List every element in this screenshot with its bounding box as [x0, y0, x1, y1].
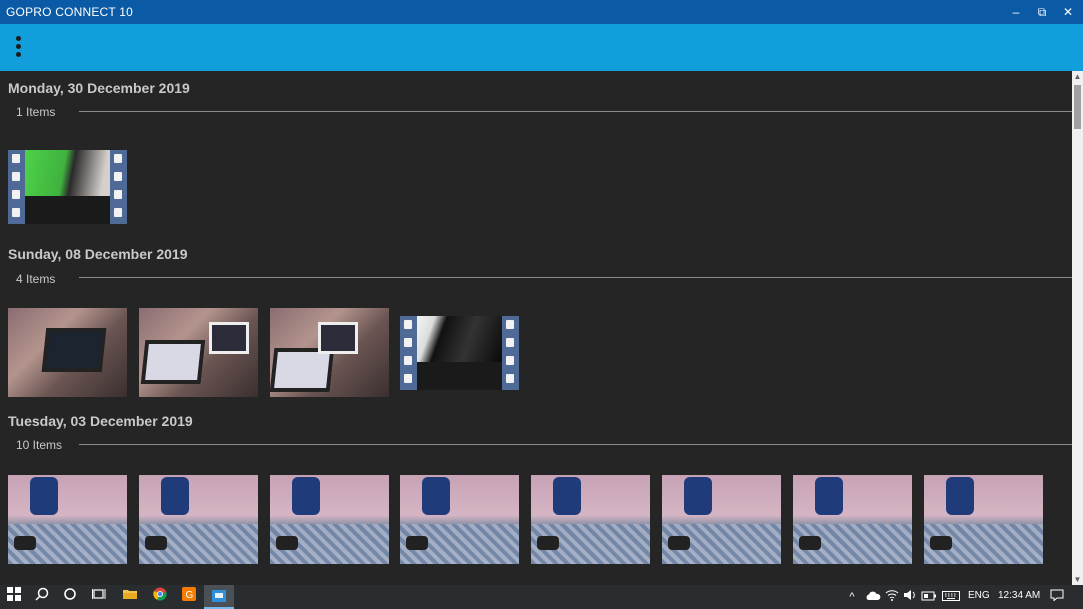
photo-thumbnail[interactable] — [793, 475, 912, 564]
group-divider — [79, 111, 1072, 112]
window-titlebar: GOPRO CONNECT 10 – ⧉ ✕ — [0, 0, 1083, 24]
notifications-icon[interactable] — [1047, 587, 1067, 607]
onedrive-icon[interactable] — [863, 587, 883, 607]
video-frame — [25, 150, 110, 196]
group-item-count: 4 Items — [16, 272, 56, 286]
keyboard-icon[interactable] — [940, 587, 962, 607]
task-view-icon[interactable] — [89, 587, 109, 607]
scroll-up-icon[interactable]: ▲ — [1072, 71, 1083, 82]
scrollbar-thumb[interactable] — [1074, 85, 1081, 129]
group-date-heading: Monday, 30 December 2019 — [8, 80, 190, 96]
film-strip-icon — [110, 150, 127, 224]
scroll-down-icon[interactable]: ▼ — [1072, 574, 1083, 585]
clock[interactable]: 12:34 AM — [998, 590, 1040, 601]
video-thumbnail[interactable] — [400, 316, 519, 390]
group-date-heading: Tuesday, 03 December 2019 — [8, 413, 193, 429]
photo-thumbnail[interactable] — [139, 475, 258, 564]
wifi-icon[interactable] — [882, 587, 902, 607]
photo-thumbnail[interactable] — [924, 475, 1043, 564]
file-explorer-icon[interactable] — [120, 587, 140, 607]
film-strip-icon — [400, 316, 417, 390]
chevron-up-icon[interactable]: ^ — [842, 587, 862, 607]
volume-icon[interactable] — [900, 587, 920, 607]
group-date-heading: Sunday, 08 December 2019 — [8, 246, 188, 262]
app-header — [0, 24, 1083, 71]
cortana-icon[interactable] — [60, 587, 80, 607]
windows-taskbar: G ^ ENG 12:34 AM — [0, 585, 1083, 609]
photo-thumbnail[interactable] — [8, 475, 127, 564]
restore-button[interactable]: ⧉ — [1029, 0, 1055, 24]
photo-thumbnail[interactable] — [270, 308, 389, 397]
search-icon[interactable] — [32, 587, 52, 607]
windows-start-icon[interactable] — [4, 587, 24, 607]
gopro-connect-taskbar-button[interactable] — [204, 585, 234, 609]
photo-thumbnail[interactable] — [8, 308, 127, 397]
film-strip-icon — [502, 316, 519, 390]
photo-thumbnail[interactable] — [270, 475, 389, 564]
battery-icon[interactable] — [919, 587, 939, 607]
kebab-menu-icon[interactable] — [8, 36, 28, 60]
app-orange-icon[interactable]: G — [179, 587, 199, 607]
photo-thumbnail[interactable] — [139, 308, 258, 397]
group-divider — [79, 444, 1072, 445]
window-title: GOPRO CONNECT 10 — [6, 5, 134, 19]
close-button[interactable]: ✕ — [1055, 0, 1081, 24]
group-divider — [79, 277, 1072, 278]
minimize-button[interactable]: – — [1003, 0, 1029, 24]
group-item-count: 10 Items — [16, 438, 63, 452]
film-strip-icon — [8, 150, 25, 224]
video-thumbnail[interactable] — [8, 150, 127, 224]
chrome-icon[interactable] — [150, 587, 170, 607]
photo-thumbnail[interactable] — [531, 475, 650, 564]
group-item-count: 1 Items — [16, 105, 56, 119]
svg-text:G: G — [186, 590, 194, 601]
vertical-scrollbar[interactable]: ▲ ▼ — [1072, 71, 1083, 585]
video-frame — [417, 316, 502, 362]
photo-thumbnail[interactable] — [662, 475, 781, 564]
media-gallery: Monday, 30 December 2019 1 Items Sunday,… — [0, 71, 1072, 585]
language-indicator[interactable]: ENG — [968, 590, 990, 601]
photo-thumbnail[interactable] — [400, 475, 519, 564]
